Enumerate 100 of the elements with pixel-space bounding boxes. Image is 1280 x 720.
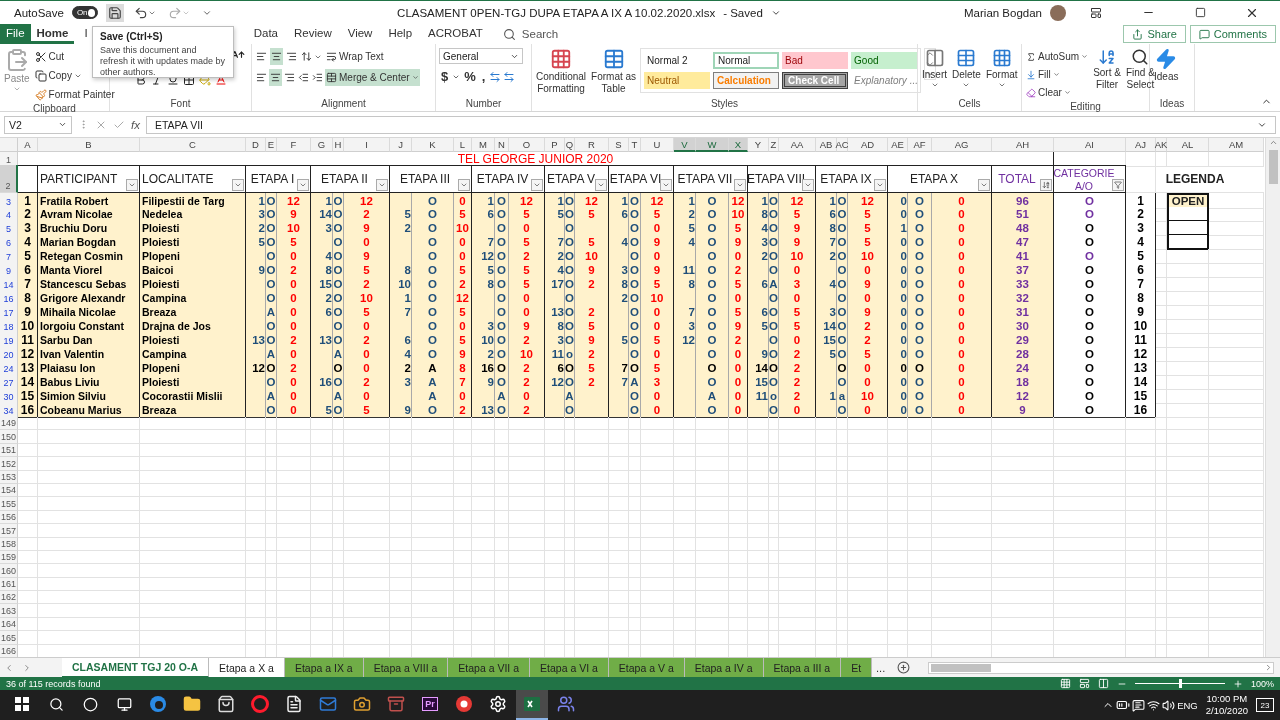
comments-button[interactable]: Comments: [1189, 25, 1276, 43]
column-header[interactable]: AG: [932, 138, 992, 152]
column-header[interactable]: P: [545, 138, 565, 152]
row-header[interactable]: 152: [0, 457, 18, 471]
name-box[interactable]: V2: [4, 115, 72, 134]
column-header[interactable]: D: [246, 138, 266, 152]
row-header[interactable]: 157: [0, 524, 18, 538]
row-header[interactable]: 2: [0, 165, 18, 193]
format-as-table-button[interactable]: Format as Table: [590, 48, 638, 94]
column-header[interactable]: AA: [779, 138, 816, 152]
column-header[interactable]: AD: [848, 138, 888, 152]
find-select-button[interactable]: Find & Select: [1124, 48, 1156, 90]
comma-button[interactable]: ,: [479, 69, 488, 84]
format-painter-button[interactable]: Format Painter: [33, 86, 116, 103]
cells-button[interactable]: Insert: [921, 48, 948, 89]
sheet-tab[interactable]: Etapa a III a: [763, 657, 842, 678]
row-header[interactable]: 149: [0, 417, 18, 431]
ribbon-tab[interactable]: I: [78, 24, 94, 44]
column-header[interactable]: AJ: [1126, 138, 1156, 152]
sheet-tab[interactable]: Etapa a VII a: [448, 657, 531, 678]
cells-button[interactable]: Delete: [951, 48, 982, 89]
column-header[interactable]: F: [277, 138, 311, 152]
row-header[interactable]: 165: [0, 631, 18, 645]
ribbon-tab[interactable]: Review: [288, 24, 338, 44]
cell-style[interactable]: Normal: [713, 52, 780, 69]
autosave-toggle[interactable]: On: [71, 6, 98, 19]
sheet-tab[interactable]: CLASAMENT TGJ 20 O-A: [62, 657, 209, 678]
column-header[interactable]: V: [674, 138, 696, 152]
column-header[interactable]: AB: [816, 138, 837, 152]
column-header[interactable]: B: [38, 138, 140, 152]
column-header[interactable]: AE: [888, 138, 908, 152]
clock[interactable]: 10:00 PM 2/10/2020: [1199, 693, 1254, 717]
column-header[interactable]: R: [575, 138, 609, 152]
sheet-tab[interactable]: Etapa a IV a: [684, 657, 764, 678]
column-header[interactable]: C: [140, 138, 246, 152]
column-header[interactable]: J: [390, 138, 412, 152]
ribbon-tab[interactable]: View: [341, 24, 379, 44]
column-header[interactable]: O: [509, 138, 545, 152]
column-header[interactable]: A: [18, 138, 38, 152]
more-sheets-button[interactable]: ...: [872, 661, 890, 674]
group-label: Clipboard: [32, 103, 77, 114]
column-header[interactable]: AM: [1209, 138, 1264, 152]
share-button[interactable]: Share: [1123, 25, 1186, 43]
column-header[interactable]: L: [454, 138, 472, 152]
cell-style[interactable]: Bad: [782, 52, 849, 69]
ribbon-tab[interactable]: ACROBAT: [422, 24, 489, 44]
cell-style[interactable]: Neutral: [644, 72, 711, 89]
sort-filter-button[interactable]: Sort & Filter: [1092, 48, 1122, 90]
column-header[interactable]: AL: [1167, 138, 1209, 152]
row-header[interactable]: 150: [0, 430, 18, 444]
sheet-tab[interactable]: Etapa a V a: [608, 657, 685, 678]
column-header[interactable]: N: [495, 138, 509, 152]
percent-button[interactable]: %: [462, 69, 478, 84]
wrap-text-button[interactable]: Wrap Text: [325, 48, 385, 65]
ribbon-tab[interactable]: File: [0, 24, 31, 44]
group-label: Alignment: [320, 98, 367, 111]
column-header[interactable]: X: [729, 138, 748, 152]
search-field[interactable]: Search: [492, 24, 569, 44]
column-header[interactable]: G: [311, 138, 333, 152]
fill-button[interactable]: Fill: [1025, 66, 1090, 83]
column-header[interactable]: AF: [908, 138, 932, 152]
column-header[interactable]: H: [333, 138, 344, 152]
sheet-tab[interactable]: Etapa a VI a: [530, 657, 609, 678]
row-header[interactable]: 155: [0, 497, 18, 511]
column-header[interactable]: T: [629, 138, 641, 152]
row-header[interactable]: 163: [0, 604, 18, 618]
function-button[interactable]: fx: [131, 118, 140, 131]
column-header[interactable]: E: [266, 138, 277, 152]
cells-button[interactable]: Format: [984, 48, 1019, 89]
column-header[interactable]: W: [696, 138, 729, 152]
taskbar-app[interactable]: Pr: [414, 690, 446, 720]
clear-button[interactable]: Clear: [1025, 84, 1090, 101]
sheet-tab[interactable]: Etapa a VIII a: [363, 657, 449, 678]
merge-center-button[interactable]: Merge & Center: [325, 69, 420, 86]
row-header[interactable]: 160: [0, 564, 18, 578]
sheet-tab[interactable]: Et: [841, 657, 873, 678]
notification-button[interactable]: 23: [1256, 698, 1274, 712]
column-header[interactable]: S: [609, 138, 629, 152]
row-header[interactable]: 162: [0, 591, 18, 605]
autosum-button[interactable]: AutoSum: [1025, 48, 1090, 65]
column-header[interactable]: M: [472, 138, 495, 152]
sheet-tab[interactable]: Etapa a IX a: [284, 657, 364, 678]
column-header[interactable]: I: [344, 138, 390, 152]
column-header[interactable]: AI: [1054, 138, 1126, 152]
cell-style[interactable]: Explanatory ...: [851, 72, 918, 89]
paste-button[interactable]: Paste: [3, 48, 31, 93]
conditional-formatting-button[interactable]: Conditional Formatting: [535, 48, 588, 94]
ribbon-tab[interactable]: Help: [382, 24, 419, 44]
sheet-tab[interactable]: Etapa a X a: [209, 657, 285, 678]
column-header[interactable]: AH: [992, 138, 1054, 152]
column-header[interactable]: U: [641, 138, 674, 152]
cell-style[interactable]: Good: [851, 52, 918, 69]
column-header[interactable]: Y: [748, 138, 769, 152]
ribbon-tab[interactable]: Data: [247, 24, 284, 44]
tooltip-text: Save this document and refresh it with updates made by other authors.: [100, 45, 226, 78]
formula-field[interactable]: ETAPA VII: [145, 115, 1276, 134]
currency-button[interactable]: $: [439, 69, 451, 84]
column-header[interactable]: K: [412, 138, 454, 152]
number-format-select[interactable]: General: [439, 48, 523, 64]
language-indicator[interactable]: ENG: [1177, 699, 1198, 711]
